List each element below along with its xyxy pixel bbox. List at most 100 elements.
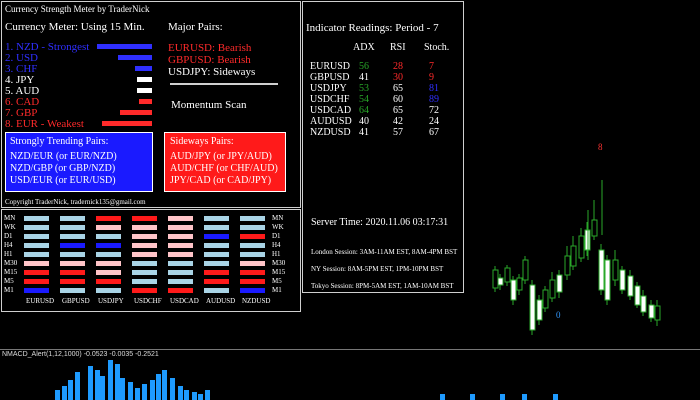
trend-cell <box>96 288 121 293</box>
timeframe-label-left: H1 <box>4 250 13 258</box>
trend-cell <box>96 279 121 284</box>
indicator-pair: EURUSD <box>310 61 351 72</box>
copyright-text: Copyright TraderNick, tradernick135@gmai… <box>5 198 146 206</box>
timeframe-label-right: M5 <box>272 277 282 285</box>
major-pair-status: USDJPY: Sideways <box>168 66 256 78</box>
timeframe-label-left: M1 <box>4 286 14 294</box>
macd-bar <box>128 382 133 400</box>
trend-cell <box>96 261 121 266</box>
candle-body <box>612 259 619 281</box>
trend-cell <box>132 252 157 257</box>
grid-pair-label: NZDUSD <box>242 297 271 305</box>
trend-cell <box>60 225 85 230</box>
timeframe-label-left: MN <box>4 214 16 222</box>
session-hours: NY Session: 8AM-5PM EST, 1PM-10PM BST <box>311 265 444 273</box>
candle-body <box>497 277 504 286</box>
trend-cell <box>24 225 49 230</box>
trend-cell <box>60 270 85 275</box>
chart-marker-bottom: 0 <box>556 310 561 320</box>
candle-body <box>648 304 655 319</box>
macd-bar <box>205 390 210 400</box>
macd-bar <box>156 374 161 400</box>
macd-bar <box>62 386 67 400</box>
trend-cell <box>204 279 229 284</box>
candle-body <box>556 274 563 293</box>
trend-cell <box>24 216 49 221</box>
indicator-pair: NZDUSD <box>310 127 351 138</box>
trend-cell <box>24 279 49 284</box>
macd-bar <box>100 376 105 400</box>
macd-bar <box>170 378 175 400</box>
trend-cell <box>240 270 265 275</box>
currency-rank-label: 8. EUR - Weakest <box>5 118 84 130</box>
trend-cell <box>168 243 193 248</box>
strongly-trending-box: Strongly Trending Pairs: NZD/EUR (or EUR… <box>5 132 153 192</box>
trend-grid-panel: MN MN WK WK D1 D1 H4 H4 H1 H1 M30 M30 M15 M15 M5 M5 M1 M1… <box>1 209 301 312</box>
trend-cell <box>204 288 229 293</box>
major-pair-status: EURUSD: Bearish <box>168 42 252 54</box>
meter-title: Currency Strength Meter by TraderNick <box>5 4 150 14</box>
indicator-pair: USDCHF <box>310 94 350 105</box>
candle-body <box>516 277 523 291</box>
trend-cell <box>132 270 157 275</box>
macd-bar <box>135 388 140 400</box>
candle-body <box>570 245 577 267</box>
candle-body <box>627 275 634 297</box>
candle-body <box>578 235 585 259</box>
sideways-pair-item: AUD/CHF (or CHF/AUD) <box>170 163 278 174</box>
trend-cell <box>240 216 265 221</box>
major-pairs-heading: Major Pairs: <box>168 21 223 33</box>
currency-strength-bar <box>97 44 152 49</box>
sideways-pair-item: AUD/JPY (or JPY/AUD) <box>170 151 272 162</box>
grid-pair-label: GBPUSD <box>62 297 90 305</box>
candle-body <box>536 299 543 321</box>
indicator-column-header: RSI <box>390 42 406 53</box>
timeframe-label-right: MN <box>272 214 284 222</box>
macd-bar <box>470 394 475 400</box>
trending-pair-item: USD/EUR (or EUR/USD) <box>10 175 116 186</box>
sideways-pairs-box: Sideways Pairs: AUD/JPY (or JPY/AUD) AUD/… <box>164 132 286 192</box>
trend-cell <box>132 243 157 248</box>
trend-cell <box>204 234 229 239</box>
sideways-heading: Sideways Pairs: <box>170 136 234 147</box>
trending-pair-item: NZD/GBP (or GBP/NZD) <box>10 163 116 174</box>
trend-cell <box>168 261 193 266</box>
indicator-panel: Indicator Readings: Period - 7 ADX RSI Sto… <box>302 1 464 293</box>
macd-bar <box>192 392 197 400</box>
indicator-pair: USDJPY <box>310 83 347 94</box>
macd-histogram[interactable] <box>0 358 700 400</box>
timeframe-label-left: M30 <box>4 259 18 267</box>
trend-cell <box>240 225 265 230</box>
indicator-title: Indicator Readings: Period - 7 <box>306 22 439 34</box>
macd-bar <box>198 394 203 400</box>
macd-bar <box>178 386 183 400</box>
macd-bar <box>162 370 167 400</box>
timeframe-label-right: M1 <box>272 286 282 294</box>
trend-cell <box>60 261 85 266</box>
macd-separator <box>0 349 700 350</box>
grid-pair-label: EURUSD <box>26 297 55 305</box>
price-chart[interactable] <box>465 140 700 340</box>
currency-strength-bar <box>120 110 152 115</box>
trend-cell <box>240 243 265 248</box>
macd-bar <box>150 380 155 400</box>
candle-body <box>529 284 536 331</box>
trending-heading: Strongly Trending Pairs: <box>10 136 109 147</box>
sideways-pair-item: JPY/CAD (or CAD/JPY) <box>170 175 272 186</box>
timeframe-label-right: M15 <box>272 268 286 276</box>
trend-cell <box>132 288 157 293</box>
macd-bar <box>115 364 120 400</box>
timeframe-label-left: D1 <box>4 232 13 240</box>
trend-cell <box>168 216 193 221</box>
trend-cell <box>96 225 121 230</box>
trend-cell <box>24 288 49 293</box>
trend-cell <box>204 261 229 266</box>
macd-bar <box>88 366 93 400</box>
macd-bar <box>75 372 80 400</box>
major-pair-status: GBPUSD: Bearish <box>168 54 251 66</box>
trend-cell <box>240 288 265 293</box>
server-time: Server Time: 2020.11.06 03:17:31 <box>311 217 449 228</box>
grid-pair-label: AUDUSD <box>206 297 236 305</box>
grid-pair-label: USDCHF <box>134 297 162 305</box>
trend-cell <box>240 279 265 284</box>
